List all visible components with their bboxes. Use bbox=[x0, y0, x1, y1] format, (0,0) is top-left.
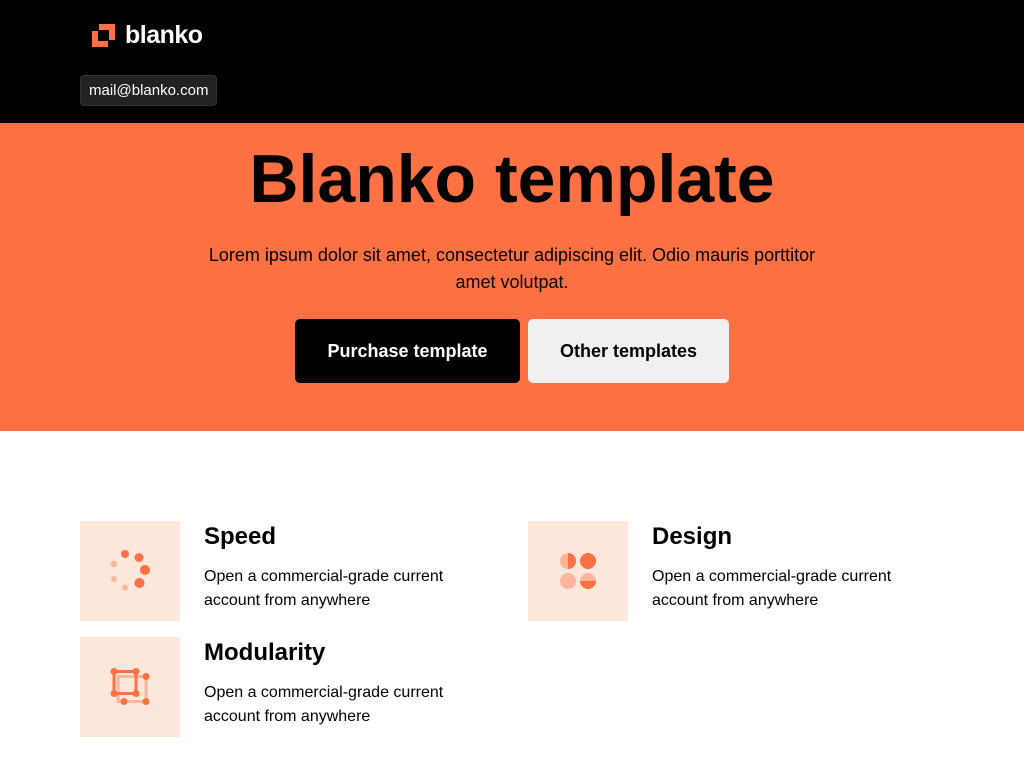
design-icon bbox=[560, 553, 596, 589]
feature-modularity: Modularity Open a commercial-grade curre… bbox=[80, 637, 480, 737]
hero-subtitle: Lorem ipsum dolor sit amet, consectetur … bbox=[208, 245, 816, 292]
feature-design: Design Open a commercial-grade current a… bbox=[528, 521, 928, 621]
brand-name: blanko bbox=[125, 21, 203, 49]
feature-icon-box bbox=[80, 521, 180, 621]
purchase-template-button[interactable]: Purchase template bbox=[295, 319, 520, 383]
feature-title: Design bbox=[652, 523, 733, 550]
feature-icon-box bbox=[80, 637, 180, 737]
blanko-logo-icon bbox=[92, 23, 115, 47]
feature-title: Modularity bbox=[204, 639, 326, 666]
feature-description: Open a commercial-grade current account … bbox=[204, 568, 444, 609]
feature-description: Open a commercial-grade current account … bbox=[652, 568, 892, 609]
hero-title: Blanko template bbox=[249, 141, 775, 217]
feature-title: Speed bbox=[204, 523, 277, 550]
feature-description: Open a commercial-grade current account … bbox=[204, 684, 444, 725]
speed-icon bbox=[110, 550, 150, 591]
site-header: blanko mail@blanko.com bbox=[0, 0, 1024, 123]
feature-speed: Speed Open a commercial-grade current ac… bbox=[80, 521, 480, 621]
feature-icon-box bbox=[528, 521, 628, 621]
modularity-icon bbox=[110, 668, 150, 705]
email-link[interactable]: mail@blanko.com bbox=[80, 75, 218, 106]
logo[interactable]: blanko bbox=[92, 21, 203, 49]
hero-section: Blanko template Lorem ipsum dolor sit am… bbox=[0, 123, 1024, 431]
other-templates-button[interactable]: Other templates bbox=[528, 319, 729, 383]
